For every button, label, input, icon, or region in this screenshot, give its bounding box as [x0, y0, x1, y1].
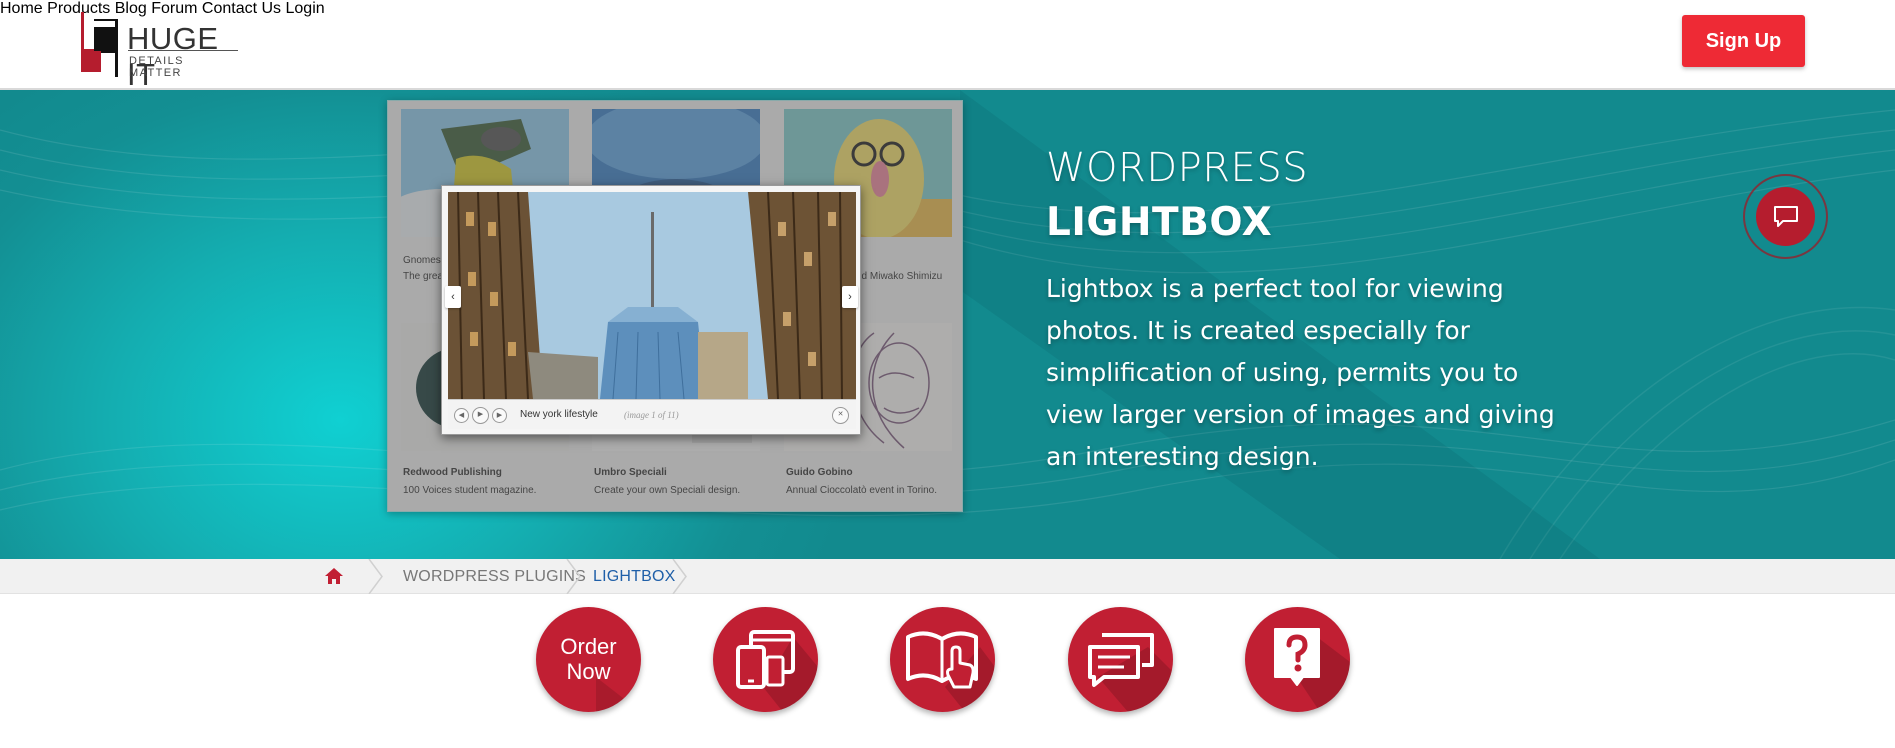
lightbox-back-icon[interactable]: ◀ [454, 408, 469, 423]
book-touch-icon [906, 631, 978, 689]
lightbox-popup: ‹ › ◀ ▶ ▶ New york lifestyle (image 1 of… [441, 185, 861, 435]
lightbox-play-icon[interactable]: ▶ [472, 407, 489, 424]
site-header: HUGE IT DETAILS MATTER Home Products Blo… [0, 0, 1895, 92]
nav-login[interactable]: Login [286, 0, 325, 17]
new-york-photo [448, 192, 856, 399]
hero-banner: Gnomes The grea nd Miwako Shimizu Redwoo… [0, 90, 1895, 559]
chat-forum-icon [1088, 633, 1154, 687]
devices-icon [736, 630, 795, 689]
breadcrumb: WORDPRESS PLUGINS LIGHTBOX [0, 559, 1895, 594]
lightbox-prev-arrow[interactable]: ‹ [445, 286, 461, 308]
forum-button[interactable] [1068, 607, 1173, 712]
home-icon[interactable] [324, 567, 344, 585]
help-question-icon [1274, 628, 1320, 686]
hero-title-line2: LIGHTBOX [1046, 200, 1273, 245]
order-now-button[interactable]: Order Now [536, 607, 641, 712]
breadcrumb-item-wordpress-plugins[interactable]: WORDPRESS PLUGINS [403, 568, 586, 586]
hero-description: Lightbox is a perfect tool for viewing p… [1046, 274, 1555, 471]
lightbox-forward-icon[interactable]: ▶ [492, 408, 507, 423]
breadcrumb-separator [566, 559, 581, 594]
hero-title-line1: WORDPRESS [1046, 145, 1309, 191]
breadcrumb-separator [672, 559, 687, 594]
nav-home[interactable]: Home [0, 0, 43, 17]
order-now-label: Order Now [560, 634, 617, 684]
breadcrumb-separator [368, 559, 383, 594]
chat-widget-button[interactable] [1743, 174, 1828, 259]
lightbox-title: New york lifestyle [520, 409, 598, 420]
documentation-button[interactable] [890, 607, 995, 712]
lightbox-counter: (image 1 of 11) [624, 410, 679, 420]
lightbox-next-arrow[interactable]: › [842, 286, 858, 308]
help-button[interactable] [1245, 607, 1350, 712]
lightbox-close-icon[interactable]: ✕ [832, 407, 849, 424]
breadcrumb-item-lightbox[interactable]: LIGHTBOX [593, 568, 676, 586]
page: HUGE IT DETAILS MATTER Home Products Blo… [0, 0, 1895, 748]
logo-divider [128, 50, 238, 51]
devices-button[interactable] [713, 607, 818, 712]
chat-button-inner [1756, 187, 1815, 246]
sign-up-button[interactable]: Sign Up [1682, 15, 1805, 67]
lightbox-controls: ◀ ▶ ▶ New york lifestyle (image 1 of 11)… [448, 399, 856, 429]
chat-bubble-icon [1773, 205, 1798, 227]
lightbox-preview-image: Gnomes The grea nd Miwako Shimizu Redwoo… [387, 100, 963, 512]
logo-tagline: DETAILS MATTER [129, 55, 184, 79]
logo-mark-icon [81, 12, 118, 77]
logo[interactable]: HUGE IT DETAILS MATTER [81, 9, 241, 92]
